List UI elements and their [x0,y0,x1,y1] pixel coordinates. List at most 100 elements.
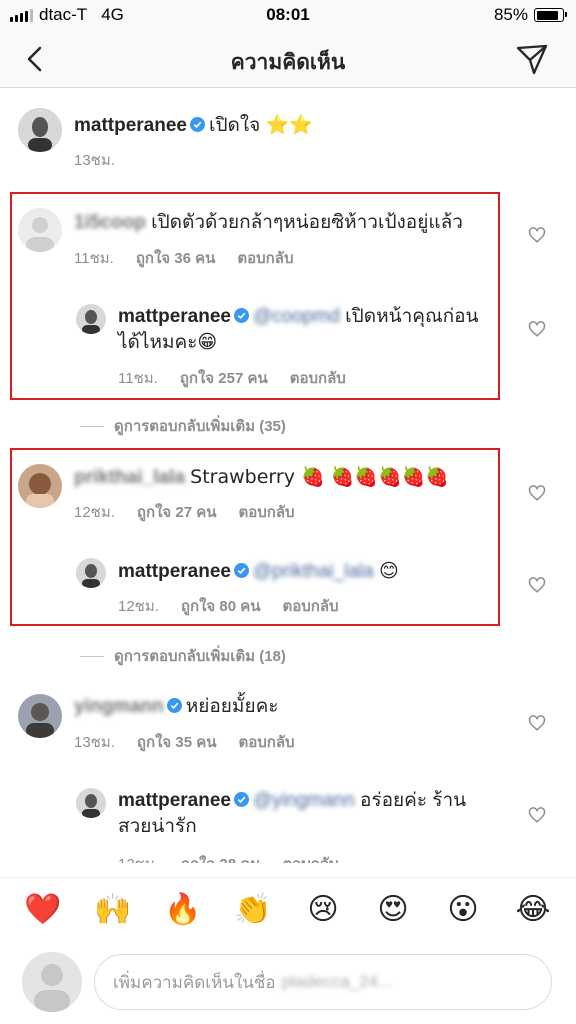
username[interactable]: mattperanee [118,790,231,811]
verified-badge-icon [190,117,205,132]
avatar[interactable] [76,304,106,334]
emoji-raised-hands[interactable]: 🙌 [93,890,133,930]
emoji-clapping[interactable]: 👏 [233,890,273,930]
avatar[interactable] [18,464,62,508]
timestamp: 12ชม. [118,598,159,615]
post-time: 13ชม. [74,148,115,172]
emoji-heart-eyes[interactable]: 😍 [373,890,413,930]
username[interactable]: yingmann [74,696,164,717]
likes-count[interactable]: ถูกใจ 35 คน [137,730,217,754]
view-more-replies[interactable]: ดูการตอบกลับเพิ่มเติม (35) [80,414,286,438]
likes-count[interactable]: ถูกใจ 27 คน [137,500,217,524]
timestamp: 12ชม. [118,852,159,863]
comment-input[interactable]: เพิ่มความคิดเห็นในชื่อ pladecca_24... [94,954,552,1010]
verified-badge-icon [234,792,249,807]
verified-badge-icon [234,308,249,323]
status-bar: dtac-T 4G 08:01 85% [0,0,576,30]
reply-body-line2: ได้ไหมคะ😁 [118,332,218,353]
reply-meta: 12ชม. ถูกใจ 80 คน ตอบกลับ [118,594,339,618]
comment-body: เปิดตัวด้วยกล้าๆหน่อยซิห้าวเป้งอยู่แล้ว [151,212,463,233]
comment-meta: 11ชม. ถูกใจ 36 คน ตอบกลับ [74,246,293,270]
username[interactable]: mattperanee [118,306,231,327]
username[interactable]: mattperanee [118,561,231,582]
comment-body: หย่อยมั้ยคะ [185,696,279,717]
mention-link[interactable]: @prikthai_lala [253,561,374,582]
emoji-fire[interactable]: 🔥 [163,890,203,930]
caption: เปิดใจ [209,115,261,136]
verified-badge-icon [234,563,249,578]
reply-body: อร่อยค่ะ ร้าน [359,790,467,811]
heart-icon[interactable] [528,484,546,502]
timestamp: 12ชม. [74,504,115,521]
likes-count[interactable]: ถูกใจ 80 คน [181,594,261,618]
timestamp: 11ชม. [74,250,114,267]
comment-text: prikthai_lala Strawberry 🍓 🍓🍓🍓🍓🍓 [74,464,449,491]
heart-icon[interactable] [528,576,546,594]
status-right: 85% [493,5,567,25]
view-more-replies[interactable]: ดูการตอบกลับเพิ่มเติม (18) [80,644,286,668]
heart-icon[interactable] [528,714,546,732]
avatar[interactable] [18,694,62,738]
avatar[interactable] [18,108,62,152]
view-more-label[interactable]: ดูการตอบกลับเพิ่มเติม (35) [114,414,286,438]
battery-percent: 85% [493,5,528,24]
comment-meta: 13ชม. ถูกใจ 35 คน ตอบกลับ [74,730,295,754]
reply-meta: 11ชม. ถูกใจ 257 คน ตอบกลับ [118,366,346,390]
paper-plane-icon[interactable] [514,41,550,77]
verified-badge-icon [166,698,182,713]
comment-body: Strawberry 🍓 🍓🍓🍓🍓🍓 [190,466,449,488]
nav-bar: ความคิดเห็น [0,30,576,88]
page-title: ความคิดเห็น [230,51,346,74]
emoji-bar: ❤️ 🙌 🔥 👏 😢 😍 😮 😂 [0,877,576,941]
reply-text: mattperanee @yingmann อร่อยค่ะ ร้าน สวยน่… [118,788,518,840]
caption-text: mattperanee เปิดใจ ⭐⭐ [74,112,313,139]
reply-body: เปิดหน้าคุณก่อน [345,306,479,327]
emoji-crying[interactable]: 😢 [303,890,343,930]
reply-text: mattperanee @prikthai_lala 😊 [118,558,399,585]
comment-text: yingmann หย่อยมั้ยคะ [74,694,279,720]
avatar[interactable] [76,788,106,818]
reply-body-line2: สวยน่ารัก [118,816,197,837]
likes-count[interactable]: ถูกใจ 36 คน [136,246,216,270]
avatar[interactable] [76,558,106,588]
view-more-label[interactable]: ดูการตอบกลับเพิ่มเติม (18) [114,644,286,668]
timestamp: 11ชม. [118,370,158,387]
avatar[interactable] [18,208,62,252]
username[interactable]: mattperanee [74,115,187,136]
timestamp: 13ชม. [74,152,115,169]
divider [80,655,104,657]
username[interactable]: 1i5coop [74,212,146,233]
reply-button[interactable]: ตอบกลับ [283,852,339,863]
reply-button[interactable]: ตอบกลับ [290,366,346,390]
reply-button[interactable]: ตอบกลับ [283,594,339,618]
comment-list[interactable]: mattperanee เปิดใจ ⭐⭐ 13ชม. 1i5coop เปิดต… [0,88,576,863]
heart-icon[interactable] [528,320,546,338]
comment-meta: 12ชม. ถูกใจ 27 คน ตอบกลับ [74,500,295,524]
reply-button[interactable]: ตอบกลับ [239,730,295,754]
status-time: 08:01 [266,5,310,24]
reply-body: 😊 [378,560,399,582]
reply-button[interactable]: ตอบกลับ [237,246,293,270]
comment-text: 1i5coop เปิดตัวด้วยกล้าๆหน่อยซิห้าวเป้งอ… [74,210,463,236]
reply-button[interactable]: ตอบกลับ [239,500,295,524]
emoji-laughing[interactable]: 😂 [513,890,553,930]
likes-count[interactable]: ถูกใจ 28 คน [181,852,261,863]
timestamp: 13ชม. [74,734,115,751]
likes-count[interactable]: ถูกใจ 257 คน [180,366,268,390]
divider [80,425,104,427]
comment-input-bar: เพิ่มความคิดเห็นในชื่อ pladecca_24... [0,944,576,1024]
username[interactable]: prikthai_lala [74,467,185,488]
battery-fill [536,10,558,20]
emoji-heart[interactable]: ❤️ [23,890,63,930]
battery-icon [534,8,567,22]
reply-meta: 12ชม. ถูกใจ 28 คน ตอบกลับ [118,852,339,863]
avatar [22,952,82,1012]
mention-link[interactable]: @coopmd [253,306,340,327]
emoji-surprised[interactable]: 😮 [443,890,483,930]
caption-emoji: ⭐⭐ [265,114,313,136]
mention-link[interactable]: @yingmann [253,790,355,811]
reply-text: mattperanee @coopmd เปิดหน้าคุณก่อน ได้ไห… [118,304,518,356]
input-placeholder: เพิ่มความคิดเห็นในชื่อ [113,972,276,992]
heart-icon[interactable] [528,806,546,824]
heart-icon[interactable] [528,226,546,244]
